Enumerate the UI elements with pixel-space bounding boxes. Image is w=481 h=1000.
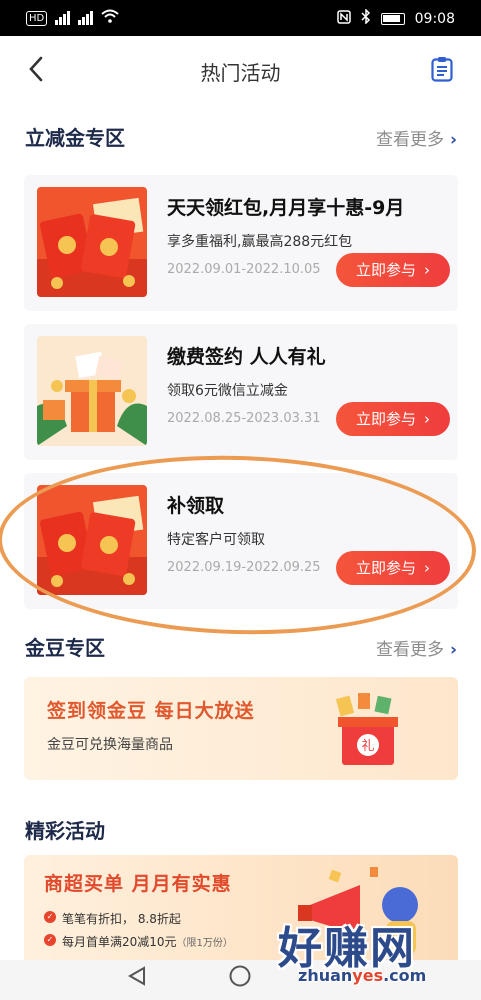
card-subtitle: 领取6元微信立减金	[167, 383, 288, 399]
status-time: 09:08	[414, 10, 455, 27]
see-more-link[interactable]: 查看更多 ›	[376, 125, 457, 150]
nav-back-triangle-icon[interactable]	[126, 965, 148, 987]
red-envelope-thumbnail	[37, 187, 147, 297]
join-button[interactable]: 立即参与 ›	[336, 402, 450, 436]
section-header-featured: 精彩活动	[25, 815, 457, 845]
nav-home-circle-icon[interactable]	[228, 964, 252, 988]
chevron-right-icon: ›	[449, 130, 457, 150]
gift-box-thumbnail	[37, 336, 147, 446]
banner-subtitle: 金豆可兑换海量商品	[47, 737, 173, 753]
banner-title: 商超买单 月月有实惠	[44, 873, 232, 895]
chevron-right-icon: ›	[424, 261, 430, 279]
signal-4g-icon	[55, 11, 71, 25]
watermark-url: zhuanyes.com	[298, 966, 427, 985]
activity-card[interactable]: 缴费签约 人人有礼 领取6元微信立减金 2022.08.25-2023.03.3…	[24, 324, 458, 460]
card-title: 天天领红包,月月享十惠-9月	[167, 197, 405, 219]
section-title: 立减金专区	[25, 126, 125, 150]
signal-2g-icon	[78, 11, 94, 25]
status-bar: HD 09:08	[0, 0, 481, 36]
watermark: 好赚网 zhuanyes.com	[278, 912, 473, 1000]
banner-line-1: 笔笔有折扣， 8.8折起	[62, 912, 181, 926]
hd-indicator: HD	[26, 10, 48, 26]
section-title: 金豆专区	[25, 636, 105, 660]
clipboard-list-icon	[431, 57, 453, 82]
gold-checkin-banner[interactable]: 签到领金豆 每日大放送 金豆可兑换海量商品 礼	[24, 677, 458, 780]
section-header-gold: 金豆专区 查看更多 ›	[25, 632, 457, 662]
card-date: 2022.08.25-2023.03.31	[167, 411, 321, 426]
battery-icon	[380, 12, 405, 25]
page-title: 热门活动	[200, 61, 281, 85]
check-icon: ✓	[44, 911, 56, 923]
section-title: 精彩活动	[25, 819, 105, 843]
card-date: 2022.09.01-2022.10.05	[167, 262, 321, 277]
nav-bar: 热门活动	[0, 36, 481, 102]
nfc-icon	[336, 9, 351, 28]
bluetooth-icon	[361, 8, 371, 28]
card-title: 缴费签约 人人有礼	[167, 346, 326, 368]
banner-line-2: 每月首单满20减10元（限1万份）	[62, 935, 233, 949]
chevron-right-icon: ›	[424, 410, 430, 428]
records-button[interactable]	[431, 56, 453, 86]
join-button[interactable]: 立即参与 ›	[336, 253, 450, 287]
gift-badge: 礼	[361, 738, 374, 754]
section-header-discount: 立减金专区 查看更多 ›	[25, 122, 457, 152]
gift-box-icon: 礼	[335, 693, 398, 765]
chevron-right-icon: ›	[449, 640, 457, 660]
check-icon: ✓	[44, 934, 56, 946]
card-subtitle: 享多重福利,赢最高288元红包	[167, 234, 353, 250]
see-more-link[interactable]: 查看更多 ›	[376, 635, 457, 660]
wifi-icon	[101, 9, 119, 27]
activity-card[interactable]: 天天领红包,月月享十惠-9月 享多重福利,赢最高288元红包 2022.09.0…	[24, 175, 458, 311]
banner-title: 签到领金豆 每日大放送	[47, 700, 255, 722]
